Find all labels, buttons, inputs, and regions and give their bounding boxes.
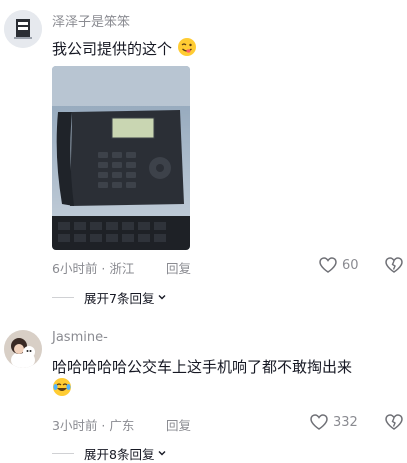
comment-text: 我公司提供的这个 <box>52 37 197 62</box>
username[interactable]: Jasmine- <box>52 330 108 345</box>
reply-button[interactable]: 回复 <box>166 415 191 434</box>
like-count: 332 <box>333 414 358 430</box>
like-count: 60 <box>342 257 359 273</box>
face-with-tears-of-joy-icon <box>52 377 72 402</box>
username[interactable]: 泽泽子是笨笨 <box>52 11 130 30</box>
broken-heart-icon <box>385 257 403 273</box>
like-button[interactable]: 60 <box>318 256 359 274</box>
heart-icon <box>310 414 328 430</box>
comment-image[interactable] <box>52 66 190 250</box>
avatar[interactable] <box>4 10 42 48</box>
heart-icon <box>319 257 337 273</box>
like-button[interactable]: 332 <box>309 413 358 431</box>
divider-line <box>52 453 74 454</box>
comment-text: 哈哈哈哈哈公交车上这手机响了都不敢掏出来 <box>52 357 352 402</box>
winking-face-with-tongue-icon <box>177 37 197 62</box>
divider-line <box>52 297 74 298</box>
expand-replies-button[interactable]: 展开8条回复 <box>52 444 167 463</box>
reply-button[interactable]: 回复 <box>166 258 191 277</box>
broken-heart-icon <box>385 414 403 430</box>
expand-replies-button[interactable]: 展开7条回复 <box>52 288 167 307</box>
chevron-down-icon <box>157 290 167 305</box>
comment-meta: 6小时前 · 浙江 <box>52 261 135 276</box>
avatar[interactable] <box>4 330 42 368</box>
dislike-button[interactable] <box>384 413 404 435</box>
comment-meta: 3小时前 · 广东 <box>52 418 135 433</box>
dislike-button[interactable] <box>384 256 404 278</box>
